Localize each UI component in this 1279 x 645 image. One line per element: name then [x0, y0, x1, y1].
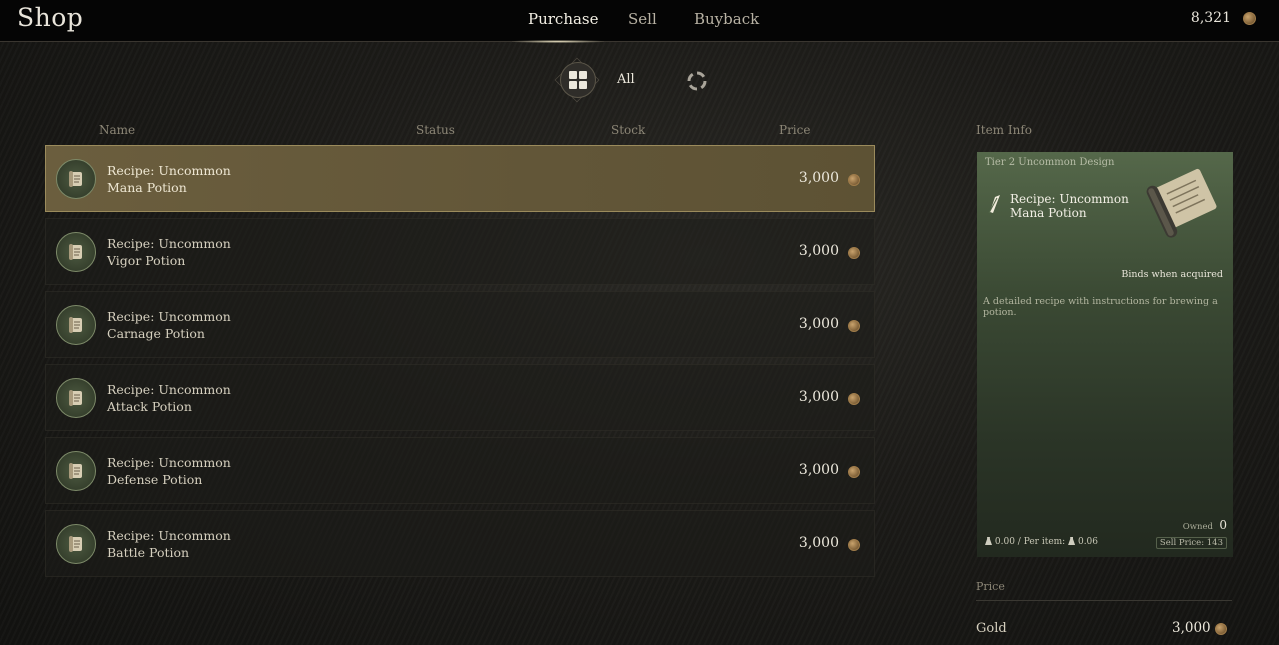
- column-header-price[interactable]: Price: [779, 123, 810, 137]
- list-item[interactable]: Recipe: Uncommon Defense Potion 3,000: [45, 437, 875, 504]
- category-filter-label: All: [617, 72, 635, 87]
- item-price: 3,000: [798, 535, 839, 551]
- gold-coin-icon: [848, 174, 860, 186]
- item-name: Recipe: Uncommon Defense Potion: [107, 455, 231, 487]
- owned-value: 0: [1219, 518, 1227, 532]
- weight-icon: [985, 537, 992, 545]
- active-tab-indicator: [512, 40, 604, 43]
- gold-coin-icon: [848, 466, 860, 478]
- recipe-scroll-icon: [1146, 168, 1217, 238]
- list-item[interactable]: Recipe: Uncommon Battle Potion 3,000: [45, 510, 875, 577]
- list-item[interactable]: Recipe: Uncommon Carnage Potion 3,000: [45, 291, 875, 358]
- currency-name: Gold: [976, 621, 1007, 636]
- category-filter-button[interactable]: [560, 62, 596, 98]
- column-header-status[interactable]: Status: [416, 123, 455, 137]
- recipe-scroll-icon: [56, 159, 96, 199]
- item-price: 3,000: [798, 170, 839, 186]
- list-item[interactable]: Recipe: Uncommon Vigor Potion 3,000: [45, 218, 875, 285]
- item-name: Recipe: Uncommon Vigor Potion: [107, 236, 231, 268]
- item-price: 3,000: [798, 462, 839, 478]
- bind-status: Binds when acquired: [1121, 269, 1223, 280]
- item-info-label: Item Info: [976, 123, 1032, 137]
- column-header-name[interactable]: Name: [99, 123, 135, 137]
- price-section-label: Price: [976, 580, 1005, 593]
- per-item-label: / Per item:: [1017, 537, 1066, 547]
- recipe-scroll-icon: [56, 232, 96, 272]
- item-name: Recipe: Uncommon Battle Potion: [107, 528, 231, 560]
- item-info-card: Tier 2 Uncommon Design Recipe: Uncommon …: [977, 152, 1233, 557]
- recipe-scroll-icon: [56, 451, 96, 491]
- list-item[interactable]: Recipe: Uncommon Mana Potion 3,000: [45, 145, 875, 212]
- total-price: 3,000: [1172, 620, 1211, 636]
- item-price: 3,000: [798, 389, 839, 405]
- sell-price-badge: Sell Price: 143: [1155, 537, 1227, 549]
- list-item[interactable]: Recipe: Uncommon Attack Potion 3,000: [45, 364, 875, 431]
- currency-amount: 8,321: [1190, 10, 1231, 26]
- top-bar: Shop Purchase Sell Buyback 8,321: [0, 0, 1279, 43]
- owned-label: Owned: [1182, 522, 1213, 532]
- cycle-icon[interactable]: [686, 70, 708, 92]
- page-title: Shop: [17, 3, 84, 32]
- item-name: Recipe: Uncommon Mana Potion: [107, 163, 231, 195]
- gold-coin-icon: [1243, 12, 1256, 25]
- total-weight: 0.00: [994, 537, 1015, 547]
- weight-icon: [1068, 537, 1076, 545]
- tab-purchase[interactable]: Purchase: [528, 10, 599, 28]
- divider: [976, 600, 1232, 601]
- gold-coin-icon: [848, 539, 860, 551]
- item-weight: 0.00 / Per item: 0.06: [985, 537, 1098, 547]
- item-tier: Tier 2 Uncommon Design: [985, 157, 1115, 168]
- recipe-scroll-icon: [56, 524, 96, 564]
- gold-coin-icon: [848, 320, 860, 332]
- tab-sell[interactable]: Sell: [628, 10, 657, 28]
- gold-coin-icon: [848, 247, 860, 259]
- gold-coin-icon: [848, 393, 860, 405]
- recipe-scroll-icon: [56, 305, 96, 345]
- item-price: 3,000: [798, 243, 839, 259]
- item-description: A detailed recipe with instructions for …: [983, 296, 1218, 318]
- item-name: Recipe: Uncommon Attack Potion: [107, 382, 231, 414]
- item-name: Recipe: Uncommon Carnage Potion: [107, 309, 231, 341]
- tab-buyback[interactable]: Buyback: [694, 10, 759, 28]
- recipe-scroll-icon: [56, 378, 96, 418]
- per-item-weight: 0.06: [1077, 537, 1099, 547]
- item-price: 3,000: [798, 316, 839, 332]
- gold-coin-icon: [1215, 623, 1227, 635]
- item-info-name: Recipe: Uncommon Mana Potion: [1010, 192, 1129, 220]
- grid-icon: [569, 71, 587, 89]
- recipe-quill-icon: [988, 195, 1000, 214]
- column-header-stock[interactable]: Stock: [611, 123, 645, 137]
